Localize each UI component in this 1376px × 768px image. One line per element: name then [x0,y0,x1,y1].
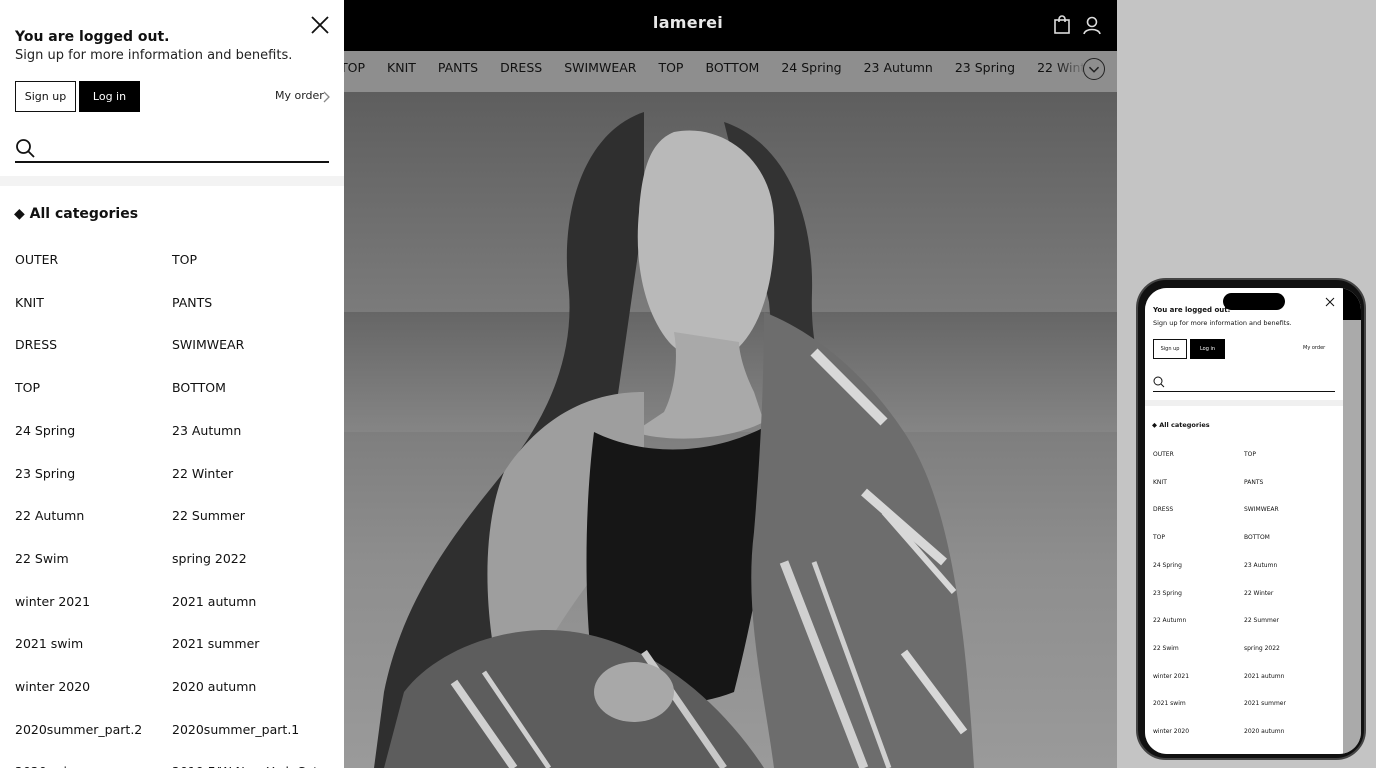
mobile-category-link[interactable]: 22 Autumn [1153,617,1186,624]
category-link[interactable]: 22 Summer [172,508,245,523]
mobile-category-link[interactable]: 22 Winter [1244,590,1273,597]
category-link[interactable]: 2021 autumn [172,594,256,609]
shopping-bag-icon[interactable] [1051,14,1073,36]
category-link[interactable]: BOTTOM [172,380,226,395]
category-link[interactable]: 22 Autumn [15,508,84,523]
chevron-right-icon [323,91,330,103]
side-drawer: You are logged out. Sign up for more inf… [0,0,344,768]
mobile-category-link[interactable]: PANTS [1244,479,1263,486]
category-link[interactable]: 2019 F/W New York Cote [172,764,326,768]
category-link[interactable]: winter 2021 [15,594,90,609]
mobile-category-link[interactable]: winter 2021 [1153,673,1189,680]
user-icon[interactable] [1081,14,1103,36]
search-underline [15,161,329,163]
mobile-all-categories-title: ◆ All categories [1152,421,1210,429]
category-link[interactable]: 22 Swim [15,551,69,566]
mobile-logout-title: You are logged out. [1153,306,1231,314]
hero-model-illustration [374,112,974,768]
category-link[interactable]: PANTS [172,295,212,310]
mobile-my-order-link[interactable]: My order [1303,345,1325,351]
mobile-preview-frame: You are logged out. Sign up for more inf… [1136,278,1366,760]
category-link[interactable]: 23 Spring [15,466,75,481]
nav-item[interactable]: 24 Spring [781,51,841,84]
nav-item[interactable]: BOTTOM [705,51,759,84]
category-link[interactable]: OUTER [15,252,58,267]
chevron-down-circle-icon[interactable] [1083,58,1105,80]
mobile-category-link[interactable]: winter 2020 [1153,728,1189,735]
nav-item[interactable]: 23 Autumn [864,51,933,84]
category-link[interactable]: TOP [15,380,40,395]
category-link[interactable]: 22 Winter [172,466,233,481]
mobile-category-link[interactable]: spring 2022 [1244,645,1280,652]
mobile-log-in-button[interactable]: Log in [1190,339,1225,359]
category-link[interactable]: winter 2020 [15,679,90,694]
mobile-category-link[interactable]: 22 Summer [1244,617,1279,624]
mobile-preview-background [1343,288,1361,754]
phone-notch [1223,293,1285,310]
category-link[interactable]: 2021 swim [15,636,83,651]
log-in-button[interactable]: Log in [79,81,140,112]
mobile-category-link[interactable]: DRESS [1153,506,1173,513]
category-link[interactable]: spring 2022 [172,551,247,566]
nav-item[interactable]: PANTS [438,51,478,84]
category-link[interactable]: KNIT [15,295,44,310]
category-nav-track: TOP KNIT PANTS DRESS SWIMWEAR TOP BOTTOM 24 Spr… [340,51,1117,92]
category-link[interactable]: SWIMWEAR [172,337,244,352]
logout-title: You are logged out. [15,29,170,45]
category-link[interactable]: 2020 autumn [172,679,256,694]
mobile-category-link[interactable]: 2021 summer [1244,700,1286,707]
mobile-category-link[interactable]: TOP [1153,534,1165,541]
mobile-category-link[interactable]: OUTER [1153,451,1174,458]
mobile-category-link[interactable]: BOTTOM [1244,534,1270,541]
mobile-category-link[interactable]: SWIMWEAR [1244,506,1279,513]
mobile-category-link[interactable]: 2021 swim [1153,700,1186,707]
search-icon[interactable] [1153,376,1165,388]
category-link[interactable]: DRESS [15,337,57,352]
mobile-drawer-separator [1145,400,1343,406]
category-link[interactable]: 2020swim [15,764,79,768]
mobile-category-link[interactable]: KNIT [1153,479,1167,486]
logout-subtitle: Sign up for more information and benefit… [15,48,293,63]
category-link[interactable]: 2021 summer [172,636,259,651]
my-order-link[interactable]: My order [275,89,324,102]
close-icon[interactable] [1325,297,1335,307]
sign-up-button[interactable]: Sign up [15,81,76,112]
search-icon[interactable] [15,138,35,158]
nav-item[interactable]: SWIMWEAR [564,51,636,84]
drawer-separator [0,176,344,186]
mobile-category-link[interactable]: TOP [1244,451,1256,458]
mobile-sign-up-button[interactable]: Sign up [1153,339,1187,359]
mobile-category-link[interactable]: 24 Spring [1153,562,1182,569]
category-link[interactable]: 23 Autumn [172,423,241,438]
mobile-category-link[interactable]: 22 Swim [1153,645,1179,652]
category-link[interactable]: 24 Spring [15,423,75,438]
close-icon[interactable] [309,14,331,36]
nav-item[interactable]: 23 Spring [955,51,1015,84]
nav-item[interactable]: KNIT [387,51,416,84]
mobile-category-link[interactable]: 2021 autumn [1244,673,1284,680]
mobile-side-drawer: You are logged out. Sign up for more inf… [1145,288,1343,754]
all-categories-title: ◆ All categories [14,206,139,222]
category-link[interactable]: 2020summer_part.1 [172,722,299,737]
mobile-preview-header [1343,288,1361,320]
mobile-category-link[interactable]: 23 Spring [1153,590,1182,597]
mobile-preview-screen: You are logged out. Sign up for more inf… [1145,288,1361,754]
mobile-search-underline [1153,391,1335,392]
category-link[interactable]: 2020summer_part.2 [15,722,142,737]
category-link[interactable]: TOP [172,252,197,267]
mobile-category-link[interactable]: 2020 autumn [1244,728,1284,735]
search-input[interactable] [44,136,328,160]
mobile-category-link[interactable]: 23 Autumn [1244,562,1277,569]
nav-item[interactable]: DRESS [500,51,542,84]
nav-item[interactable]: TOP [658,51,683,84]
mobile-logout-subtitle: Sign up for more information and benefit… [1153,319,1292,327]
